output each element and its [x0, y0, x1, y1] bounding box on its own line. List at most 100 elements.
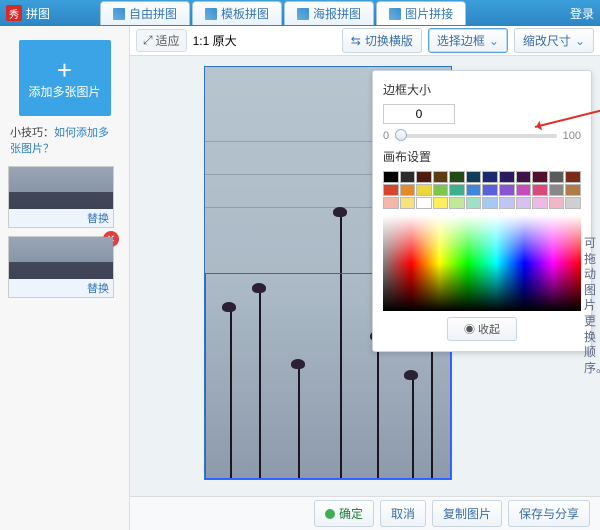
color-swatch[interactable]	[532, 184, 548, 196]
tip-prefix: 小技巧：	[10, 127, 54, 139]
color-swatch[interactable]	[466, 197, 482, 209]
color-swatch[interactable]	[400, 171, 416, 183]
color-swatch[interactable]	[400, 197, 416, 209]
ok-button[interactable]: 确定	[314, 500, 374, 527]
plus-icon: +	[57, 57, 72, 83]
color-swatch[interactable]	[482, 171, 498, 183]
fit-label: 适应	[156, 32, 180, 49]
color-swatch[interactable]	[433, 197, 449, 209]
slider-min: 0	[383, 130, 389, 142]
replace-button[interactable]: 替换	[9, 279, 113, 297]
grid-icon	[297, 8, 309, 20]
fit-icon: ⤢	[143, 33, 153, 48]
color-swatch[interactable]	[482, 184, 498, 196]
app-logo-icon: 秀	[6, 5, 22, 21]
replace-button[interactable]: 替换	[9, 209, 113, 227]
copy-image-button[interactable]: 复制图片	[432, 500, 502, 527]
color-swatch[interactable]	[416, 171, 432, 183]
color-swatch[interactable]	[565, 184, 581, 196]
thumb-image	[9, 167, 113, 209]
color-swatch[interactable]	[466, 171, 482, 183]
add-images-button[interactable]: + 添加多张图片	[19, 40, 111, 116]
color-gradient-picker[interactable]	[383, 215, 581, 311]
tab-label: 图片拼接	[405, 5, 453, 22]
border-size-input[interactable]	[383, 104, 455, 124]
thumbnail-item[interactable]: 1 替换	[8, 166, 114, 228]
thumbnail-item[interactable]: 2 ✕ 替换	[8, 236, 114, 298]
thumb-image	[9, 237, 113, 279]
title-bar: 秀 拼图 自由拼图 模板拼图 海报拼图 图片拼接 登录	[0, 0, 600, 26]
color-swatch[interactable]	[565, 171, 581, 183]
workarea: ⤢ 适应 1:1 原大 ⇆ 切换横版 选择边框 ⌄ 缩改尺寸 ⌄	[130, 26, 600, 530]
btn-label: 选择边框	[437, 32, 485, 49]
tab-label: 海报拼图	[313, 5, 361, 22]
zoom-fit-toggle[interactable]: ⤢ 适应	[136, 29, 187, 52]
footer-actions: 确定 取消 复制图片 保存与分享	[130, 496, 600, 530]
btn-label: 确定	[339, 505, 363, 522]
color-swatch[interactable]	[565, 197, 581, 209]
save-share-button[interactable]: 保存与分享	[508, 500, 590, 527]
tab-free-collage[interactable]: 自由拼图	[100, 1, 190, 25]
border-size-slider[interactable]	[395, 134, 557, 138]
color-swatch[interactable]	[400, 184, 416, 196]
canvas-settings-label: 画布设置	[383, 148, 581, 165]
app-title: 拼图	[26, 5, 50, 22]
btn-label: 取消	[391, 505, 415, 522]
color-swatch[interactable]	[449, 171, 465, 183]
border-panel: 边框大小 0 100 画布设置 ◉ 收起	[372, 70, 592, 352]
btn-label: 保存与分享	[519, 505, 579, 522]
login-link[interactable]: 登录	[570, 5, 594, 22]
btn-label: 切换横版	[365, 32, 413, 49]
zoom-ratio[interactable]: 1:1 原大	[193, 32, 237, 49]
color-swatch[interactable]	[499, 171, 515, 183]
color-swatch[interactable]	[416, 197, 432, 209]
grid-icon	[389, 8, 401, 20]
sidebar: + 添加多张图片 小技巧：如何添加多张图片？ 1 替换 2 ✕ 替换	[0, 26, 130, 530]
color-swatch[interactable]	[482, 197, 498, 209]
color-swatch[interactable]	[416, 184, 432, 196]
color-swatch[interactable]	[516, 171, 532, 183]
swap-icon: ⇆	[351, 34, 361, 48]
color-swatch[interactable]	[383, 184, 399, 196]
color-swatch[interactable]	[499, 197, 515, 209]
color-swatch[interactable]	[516, 197, 532, 209]
cancel-button[interactable]: 取消	[380, 500, 426, 527]
slider-max: 100	[563, 130, 581, 142]
switch-template-button[interactable]: ⇆ 切换横版	[342, 28, 422, 53]
btn-label: 收起	[478, 324, 500, 336]
tab-image-stitch[interactable]: 图片拼接	[376, 1, 466, 25]
color-swatch[interactable]	[383, 197, 399, 209]
color-swatch[interactable]	[516, 184, 532, 196]
color-swatch[interactable]	[433, 171, 449, 183]
chevron-down-icon: ⌄	[489, 34, 499, 48]
color-swatch[interactable]	[549, 197, 565, 209]
select-border-button[interactable]: 选择边框 ⌄	[428, 28, 508, 53]
color-swatch[interactable]	[532, 171, 548, 183]
color-swatches	[383, 171, 581, 209]
color-swatch[interactable]	[499, 184, 515, 196]
color-swatch[interactable]	[466, 184, 482, 196]
tip-text: 小技巧：如何添加多张图片？	[10, 124, 119, 156]
mode-tabs: 自由拼图 模板拼图 海报拼图 图片拼接	[100, 1, 468, 25]
color-swatch[interactable]	[449, 197, 465, 209]
collapse-panel-button[interactable]: ◉ 收起	[447, 317, 517, 341]
color-swatch[interactable]	[383, 171, 399, 183]
color-swatch[interactable]	[549, 171, 565, 183]
color-swatch[interactable]	[433, 184, 449, 196]
tab-poster-collage[interactable]: 海报拼图	[284, 1, 374, 25]
add-images-label: 添加多张图片	[28, 83, 100, 100]
border-size-label: 边框大小	[383, 81, 581, 98]
btn-label: 缩改尺寸	[523, 32, 571, 49]
color-swatch[interactable]	[549, 184, 565, 196]
tab-label: 自由拼图	[129, 5, 177, 22]
color-swatch[interactable]	[532, 197, 548, 209]
grid-icon	[113, 8, 125, 20]
resize-button[interactable]: 缩改尺寸 ⌄	[514, 28, 594, 53]
thumbnail-list: 1 替换 2 ✕ 替换	[8, 166, 121, 298]
color-swatch[interactable]	[449, 184, 465, 196]
chevron-down-icon: ⌄	[575, 34, 585, 48]
annotation-text: 可拖动图片更换顺序。	[584, 236, 600, 376]
slider-knob[interactable]	[395, 129, 407, 141]
btn-label: 复制图片	[443, 505, 491, 522]
tab-template-collage[interactable]: 模板拼图	[192, 1, 282, 25]
